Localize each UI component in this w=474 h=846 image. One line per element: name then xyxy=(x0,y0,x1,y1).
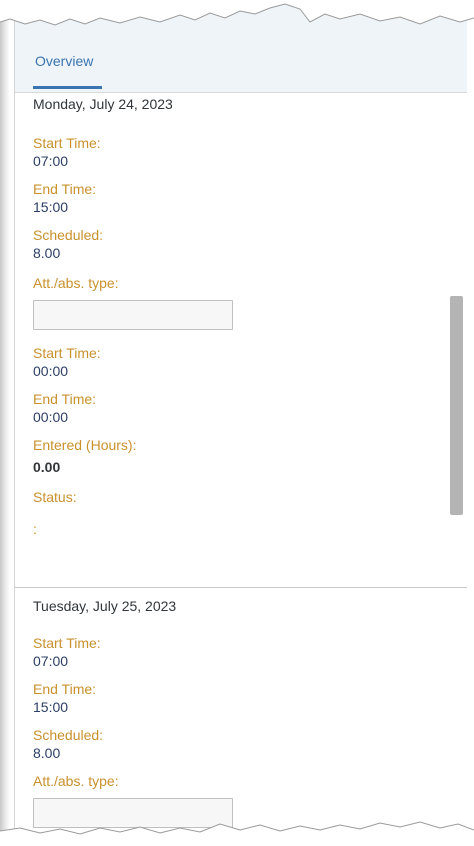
start-time-value: 00:00 xyxy=(33,363,69,379)
att-abs-field: Att./abs. type: xyxy=(33,772,233,828)
end-time-field: End Time: 00:00 xyxy=(33,390,467,426)
timesheet-panel: Overview Monday, July 24, 2023 Start Tim… xyxy=(14,0,467,846)
end-time-value: 15:00 xyxy=(33,199,69,215)
end-time-field: End Time: 15:00 xyxy=(33,680,233,716)
att-abs-label: Att./abs. type: xyxy=(33,275,119,291)
end-time-field: End Time: 15:00 xyxy=(33,180,467,216)
end-time-label: End Time: xyxy=(33,681,97,697)
start-time-label: Start Time: xyxy=(33,345,101,361)
end-time-value: 15:00 xyxy=(33,699,69,715)
scheduled-field: Scheduled: 8.00 xyxy=(33,226,467,262)
day-list[interactable]: Monday, July 24, 2023 Start Time: 07:00 … xyxy=(15,92,467,846)
status-label: Status: xyxy=(33,489,77,505)
scheduled-field: Scheduled: 8.00 xyxy=(33,726,233,762)
status-field: Status: : xyxy=(33,488,467,538)
scrollbar-thumb[interactable] xyxy=(450,296,463,515)
att-abs-input[interactable] xyxy=(33,300,233,330)
tab-overview[interactable]: Overview xyxy=(35,53,93,69)
day-entry: Tuesday, July 25, 2023 Start Time: 07:00… xyxy=(15,596,233,838)
screenshot-frame: Overview Monday, July 24, 2023 Start Tim… xyxy=(0,0,474,846)
start-time-field: Start Time: 00:00 xyxy=(33,344,467,380)
day-date: Monday, July 24, 2023 xyxy=(33,96,173,112)
entered-hours-value: 0.00 xyxy=(33,459,61,475)
start-time-field: Start Time: 07:00 xyxy=(33,134,467,170)
start-time-label: Start Time: xyxy=(33,635,101,651)
att-abs-input[interactable] xyxy=(33,798,233,828)
start-time-label: Start Time: xyxy=(33,135,101,151)
tab-active-indicator xyxy=(33,86,102,89)
att-abs-label: Att./abs. type: xyxy=(33,773,119,789)
day-entry: Monday, July 24, 2023 Start Time: 07:00 … xyxy=(15,92,467,538)
scheduled-value: 8.00 xyxy=(33,745,61,761)
end-time-value: 00:00 xyxy=(33,409,69,425)
day-date: Tuesday, July 25, 2023 xyxy=(33,598,177,614)
entered-hours-field: Entered (Hours): 0.00 xyxy=(33,436,467,476)
header-bar: Overview xyxy=(15,0,467,93)
att-abs-field: Att./abs. type: xyxy=(33,274,467,330)
day-divider xyxy=(15,587,467,588)
end-time-label: End Time: xyxy=(33,391,97,407)
start-time-value: 07:00 xyxy=(33,153,69,169)
start-time-field: Start Time: 07:00 xyxy=(33,634,233,670)
status-value: : xyxy=(33,521,37,537)
paper-edge xyxy=(0,0,10,846)
entered-hours-label: Entered (Hours): xyxy=(33,437,137,453)
scheduled-label: Scheduled: xyxy=(33,227,104,243)
scheduled-value: 8.00 xyxy=(33,245,61,261)
scheduled-label: Scheduled: xyxy=(33,727,104,743)
end-time-label: End Time: xyxy=(33,181,97,197)
start-time-value: 07:00 xyxy=(33,653,69,669)
